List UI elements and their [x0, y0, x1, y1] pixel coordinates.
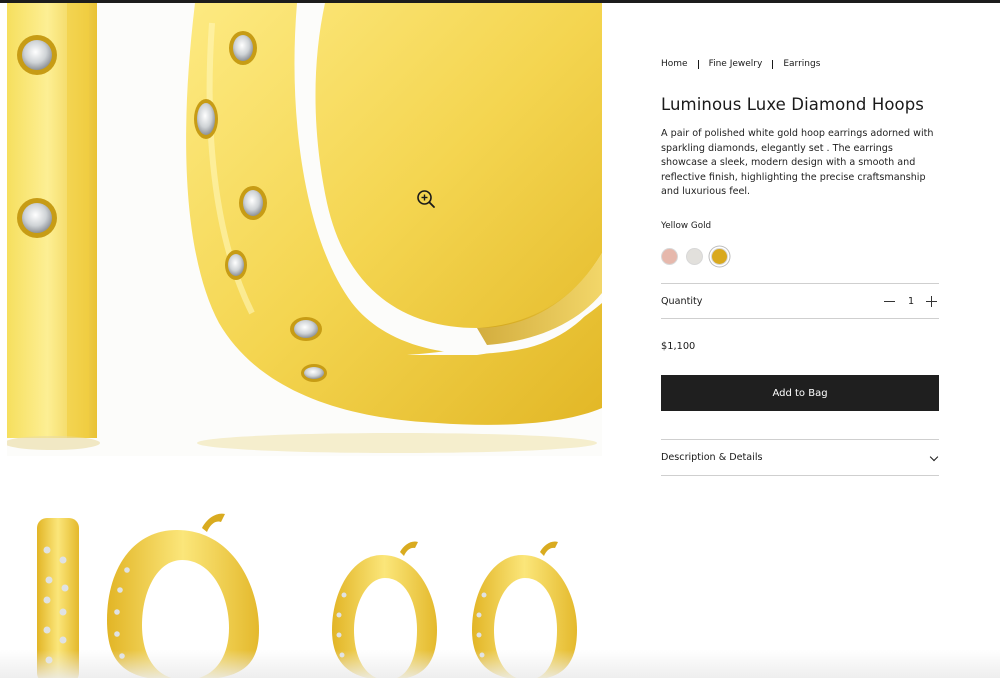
breadcrumb-separator	[772, 59, 774, 69]
swatch-white-gold[interactable]	[686, 248, 703, 265]
quantity-label: Quantity	[661, 295, 703, 307]
breadcrumb-home[interactable]: Home	[661, 59, 688, 69]
product-description: A pair of polished white gold hoop earri…	[661, 128, 934, 198]
color-swatches	[661, 248, 736, 265]
product-title: Luminous Luxe Diamond Hoops	[661, 95, 924, 114]
plus-icon[interactable]	[925, 294, 939, 308]
zoom-in-icon[interactable]	[415, 188, 437, 210]
add-to-bag-button[interactable]: Add to Bag	[661, 375, 939, 411]
selected-color-label: Yellow Gold	[661, 221, 712, 231]
breadcrumb-fine-jewelry[interactable]: Fine Jewelry	[709, 59, 763, 69]
breadcrumb-separator	[697, 59, 699, 69]
quantity-value: 1	[907, 295, 915, 307]
swatch-yellow-gold[interactable]	[711, 248, 728, 265]
thumbnail-gallery	[7, 500, 602, 678]
minus-icon[interactable]	[883, 294, 897, 308]
description-details-accordion[interactable]: Description & Details	[661, 439, 939, 476]
hoop-side-front-thumbnail-image	[37, 513, 259, 678]
thumbnail-pair[interactable]	[312, 500, 602, 678]
quantity-row: Quantity 1	[661, 283, 939, 319]
hoop-pair-thumbnail-image	[332, 541, 577, 678]
chevron-down-icon[interactable]	[929, 453, 939, 463]
product-price: $1,100	[661, 341, 696, 352]
swatch-rose-gold[interactable]	[661, 248, 678, 265]
quantity-stepper: 1	[883, 294, 939, 308]
details-label: Description & Details	[661, 452, 763, 463]
main-product-image[interactable]	[7, 3, 602, 456]
hoop-closeup-illustration	[7, 3, 602, 456]
thumbnail-side-and-front[interactable]	[7, 500, 297, 678]
breadcrumb-earrings[interactable]: Earrings	[783, 59, 820, 69]
breadcrumb: Home Fine Jewelry Earrings	[661, 59, 820, 69]
